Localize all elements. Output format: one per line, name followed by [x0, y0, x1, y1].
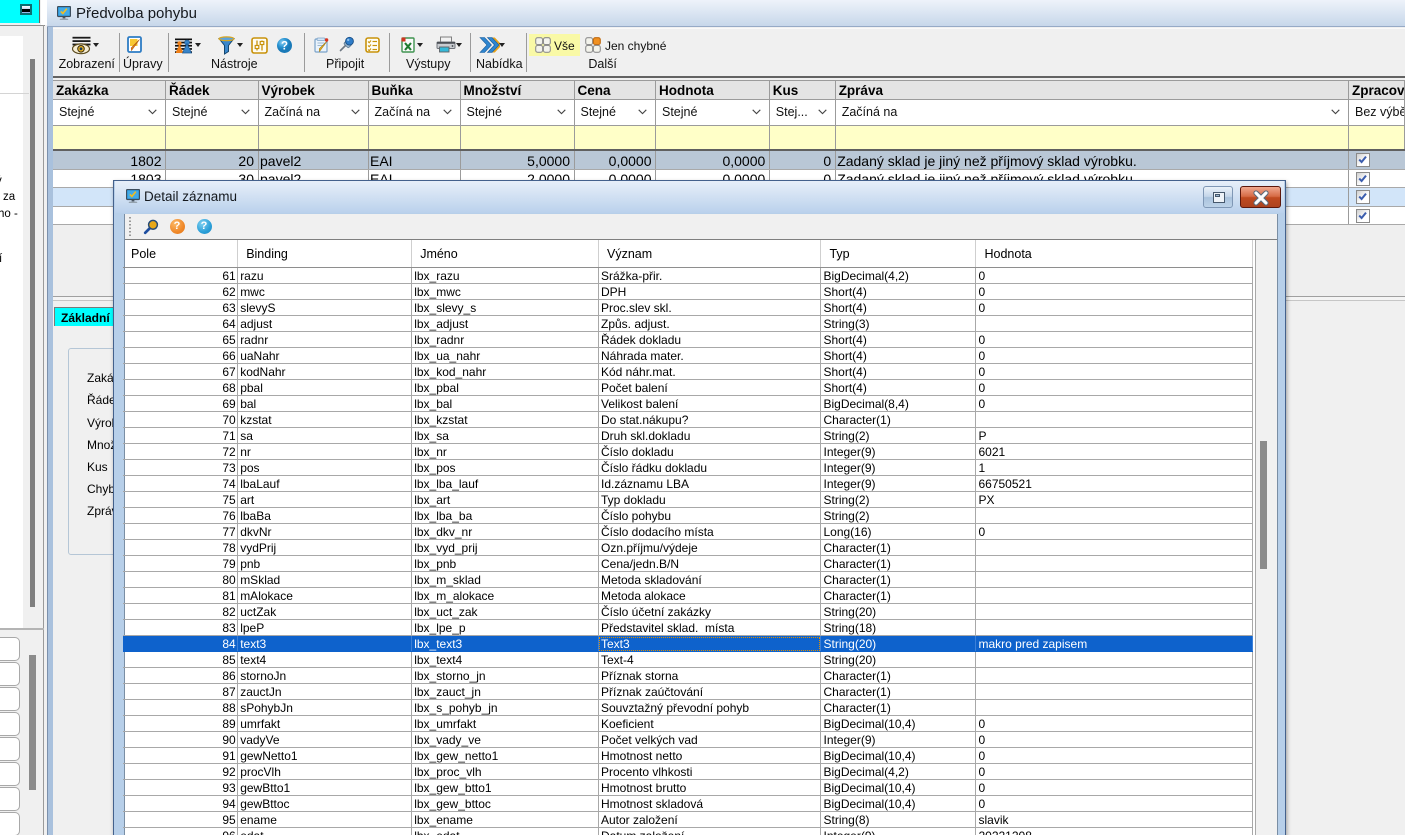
svg-text:?: ?: [280, 41, 287, 53]
